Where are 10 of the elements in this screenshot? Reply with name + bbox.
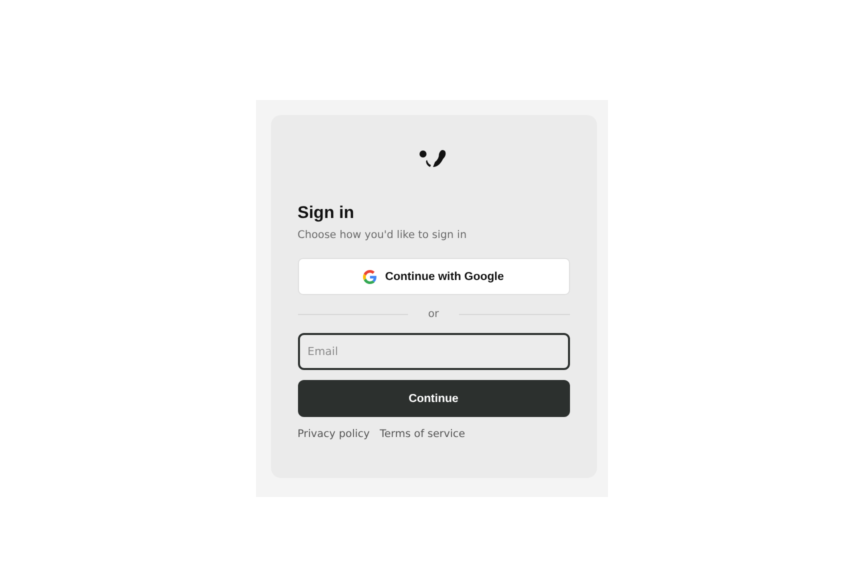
footer-link[interactable]: Terms of service [380, 428, 466, 440]
email-field[interactable]: Email [298, 333, 570, 370]
footer-link[interactable]: Privacy policy [298, 428, 370, 440]
sign-in-title: Sign in [298, 203, 356, 223]
google-sign-in-button[interactable]: Continue with Google [298, 258, 570, 295]
logo-icon [418, 149, 448, 169]
google-icon [363, 270, 378, 284]
divider-label: or [427, 308, 440, 320]
continue-button[interactable]: Continue [298, 380, 570, 417]
sign-in-subtitle: Choose how you'd like to sign in [298, 229, 468, 241]
